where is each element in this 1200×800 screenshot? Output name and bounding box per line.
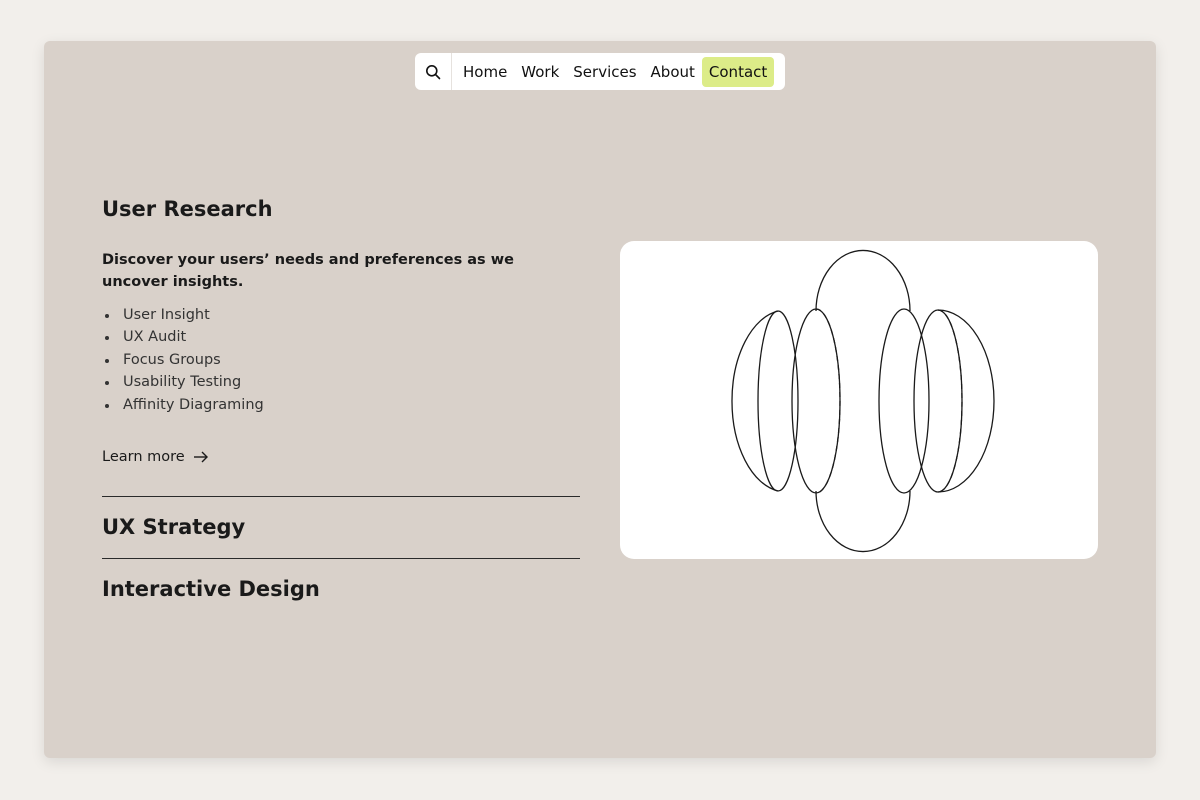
service-title-interactive-design[interactable]: Interactive Design: [102, 577, 320, 601]
nav-item-contact[interactable]: Contact: [701, 56, 775, 87]
nav-item-work[interactable]: Work: [514, 57, 566, 87]
arrow-right-icon: [193, 451, 208, 463]
search-icon: [426, 64, 441, 79]
search-button[interactable]: [415, 53, 452, 90]
main-panel: Home Work Services About Contact User Re…: [44, 41, 1156, 758]
nav-item-about[interactable]: About: [644, 57, 702, 87]
service-description: Discover your users’ needs and preferenc…: [102, 252, 514, 290]
list-item: Usability Testing: [102, 371, 264, 393]
list-item: User Insight: [102, 304, 264, 326]
top-navigation: Home Work Services About Contact: [415, 53, 785, 90]
service-title-ux-strategy[interactable]: UX Strategy: [102, 515, 245, 539]
accordion-divider: [102, 496, 580, 497]
learn-more-label: Learn more: [102, 449, 185, 465]
accordion-divider: [102, 558, 580, 559]
list-item: Focus Groups: [102, 349, 264, 371]
service-title-user-research[interactable]: User Research: [102, 197, 273, 221]
service-bullet-list: User Insight UX Audit Focus Groups Usabi…: [102, 304, 264, 416]
sliced-sphere-illustration: [731, 249, 995, 553]
list-item: Affinity Diagraming: [102, 394, 264, 416]
nav-item-services[interactable]: Services: [566, 57, 643, 87]
illustration-card: [620, 241, 1098, 559]
learn-more-link[interactable]: Learn more: [102, 449, 209, 465]
list-item: UX Audit: [102, 326, 264, 348]
nav-item-home[interactable]: Home: [456, 57, 514, 87]
